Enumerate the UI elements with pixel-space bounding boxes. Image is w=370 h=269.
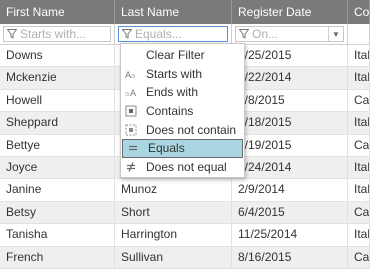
table-row[interactable]: Betsy Short 6/4/2015 Ca — [0, 201, 370, 225]
cell-last-name: Munoz — [115, 179, 232, 201]
equals-icon — [127, 142, 139, 154]
table-row[interactable]: Tanisha Harrington 11/25/2014 Ital — [0, 224, 370, 247]
table-row[interactable]: Janine Munoz 2/9/2014 Ital — [0, 179, 370, 202]
does-not-contain-icon — [125, 124, 137, 136]
ends-with-icon: aA — [125, 86, 137, 98]
cell-register-date: 6/4/2015 — [232, 201, 348, 224]
cell-country: Ital — [348, 112, 370, 134]
starts-with-icon: Aa — [125, 68, 137, 80]
column-header-register-date[interactable]: Register Date — [232, 0, 348, 24]
cell-country: Ca — [348, 246, 370, 268]
menu-item-equals[interactable]: Equals — [122, 138, 243, 158]
filter-icon[interactable] — [122, 29, 132, 39]
svg-text:a: a — [125, 90, 129, 98]
cell-first-name: Joyce — [0, 156, 115, 179]
cell-country: Ital — [348, 179, 370, 201]
cell-country: Ital — [348, 224, 370, 246]
register-date-filter-cell: On... ▼ — [232, 24, 348, 44]
menu-item-clear-filter[interactable]: Clear Filter — [121, 46, 244, 65]
cell-first-name: Bettye — [0, 134, 115, 156]
column-header-last-name[interactable]: Last Name — [115, 0, 232, 24]
contains-icon — [125, 105, 137, 117]
chevron-down-icon[interactable]: ▼ — [328, 27, 343, 41]
cell-country: Ca — [348, 134, 370, 156]
cell-last-name: Sullivan — [115, 246, 232, 268]
column-header-country[interactable]: Co — [348, 0, 370, 24]
cell-first-name: Sheppard — [0, 112, 115, 134]
filter-row: Starts with... Equals... On... ▼ — [0, 24, 370, 45]
cell-country: Ital — [348, 156, 370, 179]
country-filter-cell — [348, 24, 370, 44]
register-date-filter-input[interactable]: On... ▼ — [235, 26, 344, 42]
cell-country: Ca — [348, 201, 370, 224]
cell-country: Ital — [348, 67, 370, 89]
cell-first-name: Betsy — [0, 201, 115, 224]
first-name-filter-input[interactable]: Starts with... — [3, 26, 111, 42]
column-header-first-name[interactable]: First Name — [0, 0, 115, 24]
cell-first-name: Tanisha — [0, 224, 115, 246]
cell-register-date: 4/22/2014 — [232, 67, 348, 89]
filter-operator-menu: Clear Filter Aa Starts with aA Ends with… — [120, 43, 245, 178]
filter-icon[interactable] — [7, 29, 17, 39]
cell-register-date: 6/19/2015 — [232, 134, 348, 156]
header-row: First Name Last Name Register Date Co — [0, 0, 370, 24]
first-name-filter-placeholder: Starts with... — [20, 27, 87, 41]
cell-first-name: Janine — [0, 179, 115, 201]
cell-last-name: Short — [115, 201, 232, 224]
cell-register-date: 4/18/2015 — [232, 112, 348, 134]
register-date-filter-placeholder: On... — [252, 27, 279, 41]
menu-item-does-not-contain[interactable]: Does not contain — [121, 120, 244, 139]
svg-text:a: a — [131, 72, 135, 80]
cell-register-date: 11/25/2014 — [232, 224, 348, 246]
cell-first-name: Downs — [0, 45, 115, 67]
first-name-filter-cell: Starts with... — [0, 24, 115, 44]
cell-first-name: Mckenzie — [0, 67, 115, 89]
svg-text:A: A — [130, 89, 137, 98]
cell-register-date: 1/24/2014 — [232, 156, 348, 179]
last-name-filter-input[interactable]: Equals... — [118, 26, 228, 42]
menu-item-starts-with[interactable]: Aa Starts with — [121, 65, 244, 84]
menu-item-does-not-equal[interactable]: Does not equal — [121, 158, 244, 177]
cell-last-name: Harrington — [115, 224, 232, 246]
last-name-filter-placeholder: Equals... — [135, 27, 182, 41]
cell-register-date: 8/16/2015 — [232, 246, 348, 268]
not-equal-icon — [125, 161, 137, 173]
cell-register-date: 6/25/2015 — [232, 45, 348, 67]
cell-country: Ital — [348, 45, 370, 67]
cell-register-date: 2/8/2015 — [232, 89, 348, 112]
cell-country: Ca — [348, 89, 370, 112]
cell-first-name: Howell — [0, 89, 115, 112]
menu-item-contains[interactable]: Contains — [121, 102, 244, 121]
cell-first-name: French — [0, 246, 115, 268]
menu-item-ends-with[interactable]: aA Ends with — [121, 83, 244, 102]
last-name-filter-cell: Equals... — [115, 24, 232, 44]
cell-register-date: 2/9/2014 — [232, 179, 348, 201]
filter-icon[interactable] — [239, 29, 249, 39]
